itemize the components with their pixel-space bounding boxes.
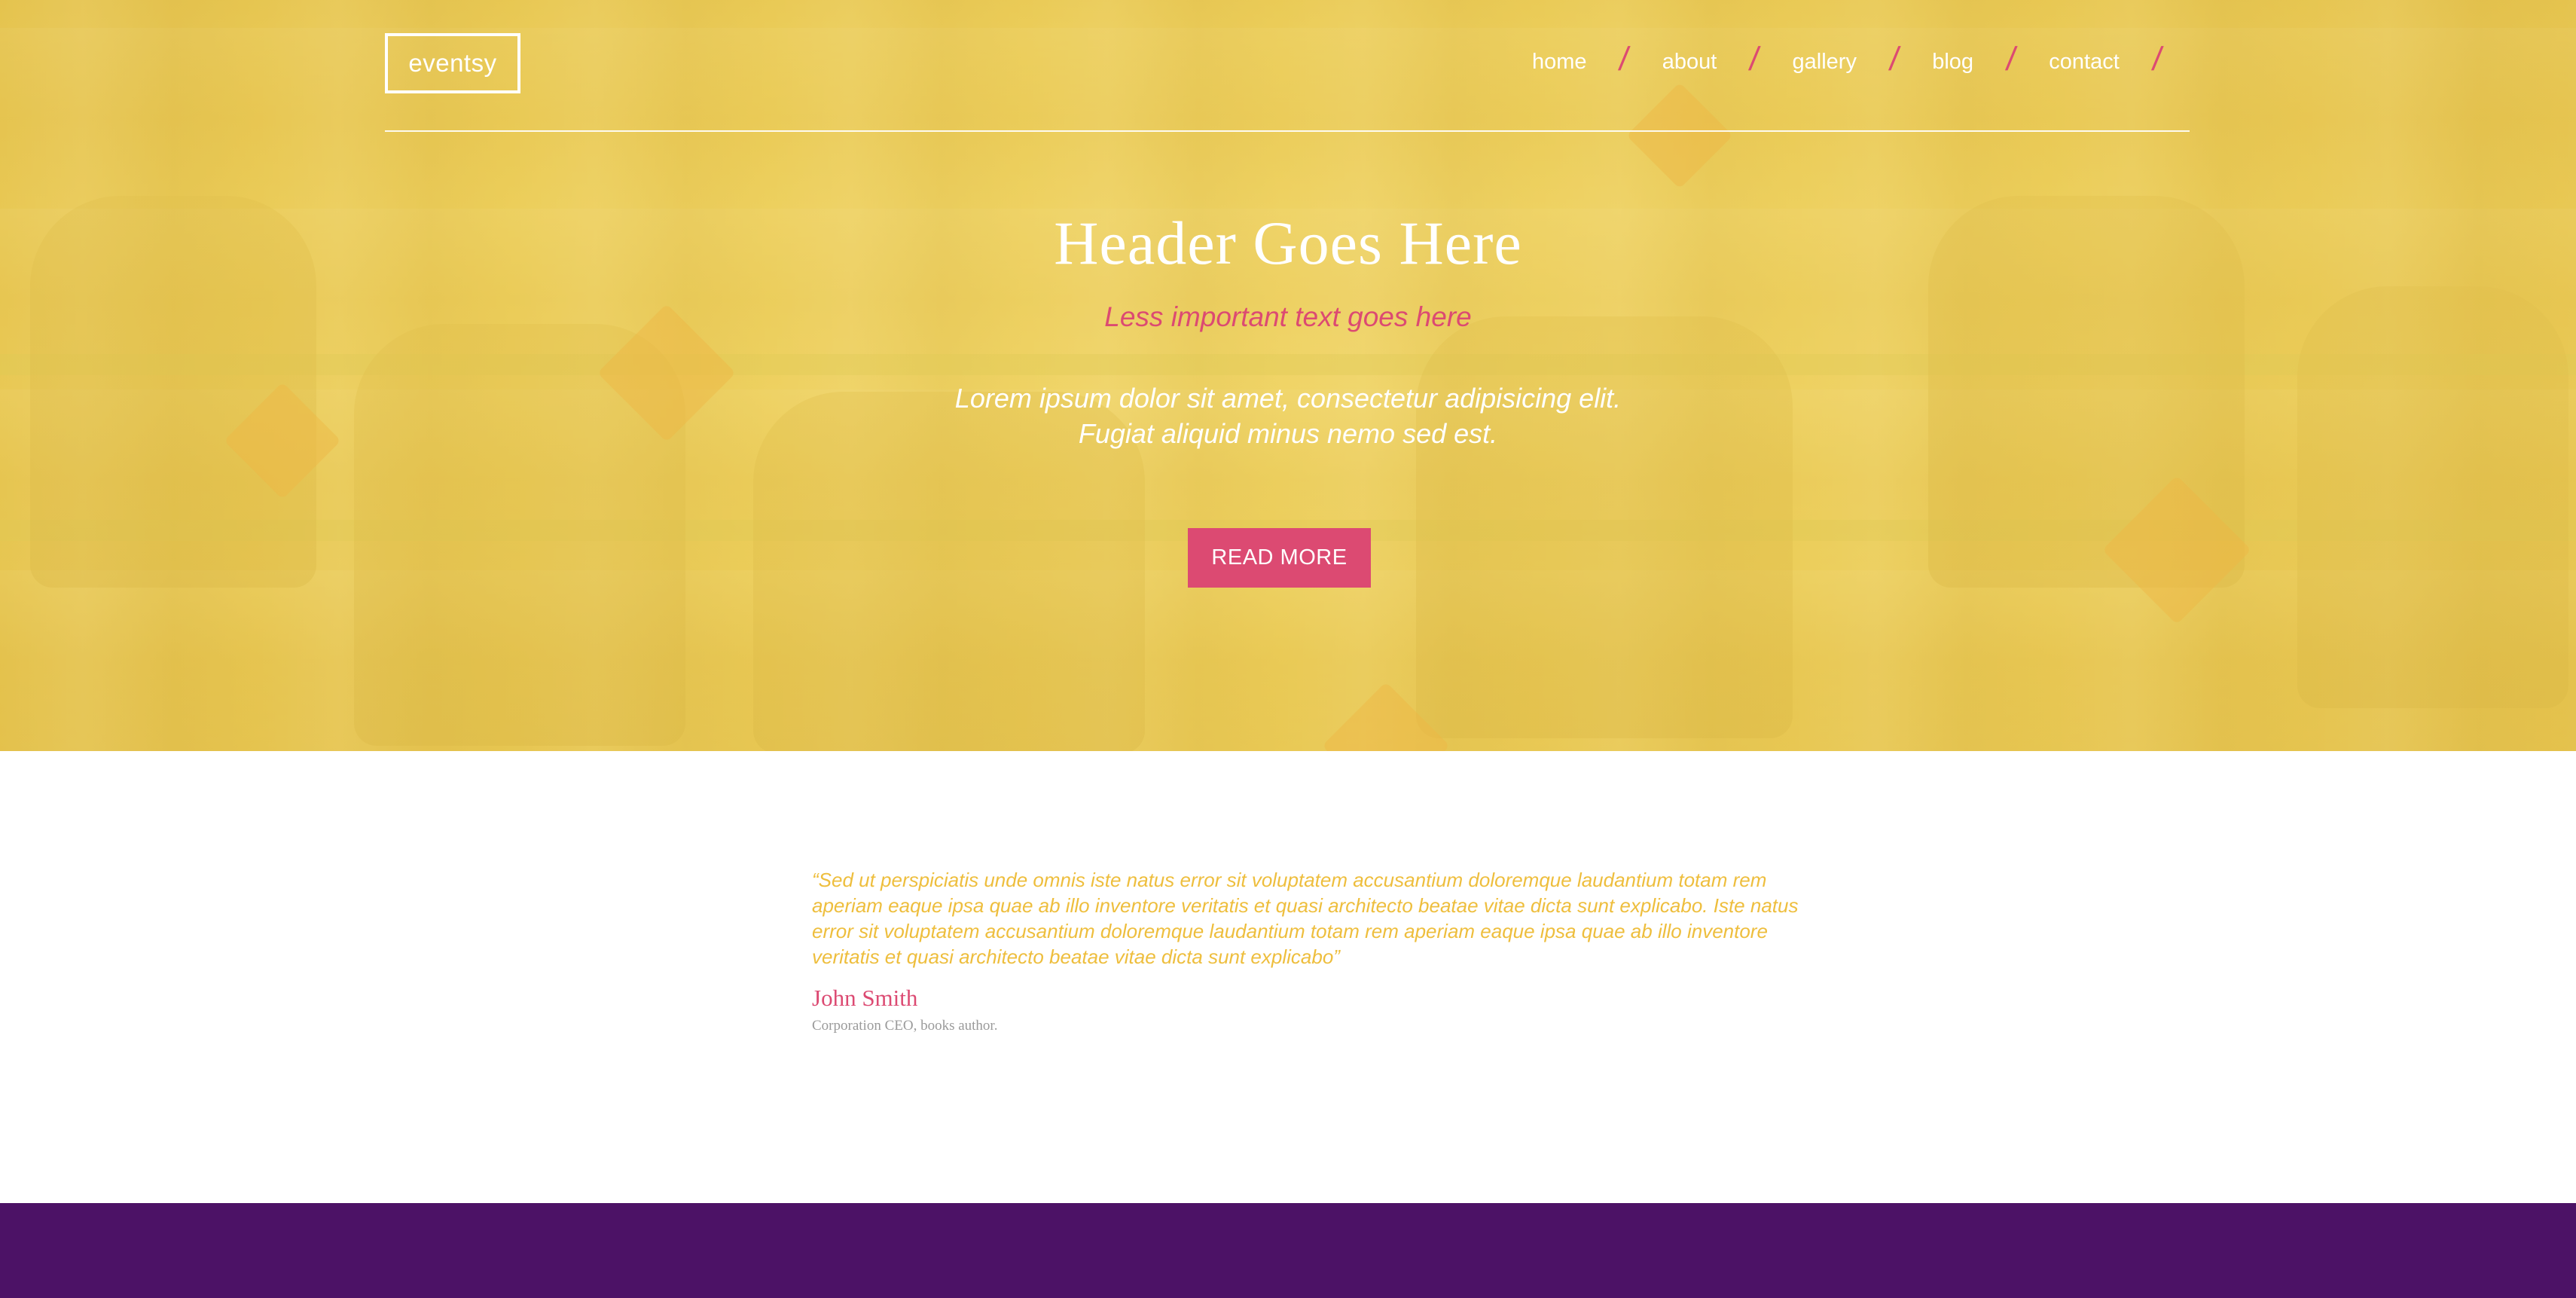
hero-color-overlay	[0, 0, 2576, 751]
nav-separator: /	[1887, 41, 1902, 78]
testimonial-author: John Smith	[812, 985, 918, 1011]
nav-item-about[interactable]: about	[1659, 50, 1720, 75]
nav-separator: /	[1617, 41, 1632, 78]
hero-body-text: Lorem ipsum dolor sit amet, consectetur …	[954, 383, 1622, 449]
testimonial-section: “Sed ut perspiciatis unde omnis iste nat…	[812, 867, 1829, 1034]
read-more-button[interactable]: READ MORE	[1188, 528, 1371, 588]
nav-item-gallery[interactable]: gallery	[1790, 50, 1860, 75]
hero-subtitle: Less important text goes here	[1104, 301, 1472, 332]
nav-item-home[interactable]: home	[1529, 50, 1590, 75]
footer	[0, 1203, 2576, 1298]
site-logo[interactable]: eventsy	[385, 33, 520, 93]
hero-title: Header Goes Here	[1054, 209, 1522, 277]
nav-item-blog[interactable]: blog	[1929, 50, 1976, 75]
nav-item-contact[interactable]: contact	[2046, 50, 2123, 75]
header-divider	[385, 130, 2190, 132]
testimonial-author-role: Corporation CEO, books author.	[812, 1018, 998, 1034]
testimonial-quote: “Sed ut perspiciatis unde omnis iste nat…	[812, 869, 1799, 968]
main-nav: home / about / gallery / blog / contact …	[1529, 41, 2165, 78]
hero-section: eventsy home / about / gallery / blog / …	[0, 0, 2576, 751]
nav-separator: /	[2004, 41, 2019, 78]
nav-separator: /	[1747, 41, 1763, 78]
